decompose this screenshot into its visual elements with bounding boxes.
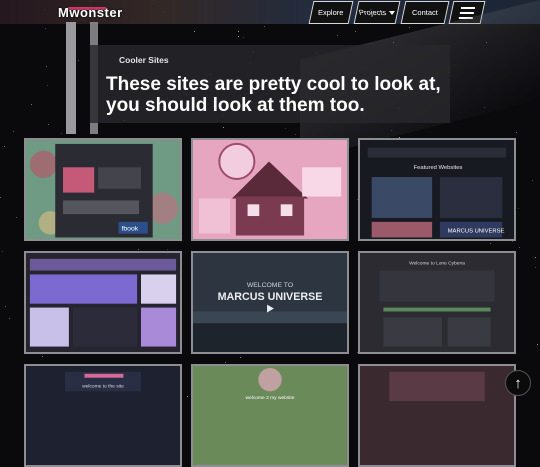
site-caption: WELCOME TO bbox=[247, 282, 293, 289]
site-card[interactable] bbox=[358, 364, 516, 467]
site-thumbnail: fbook bbox=[26, 140, 180, 239]
site-thumbnail bbox=[26, 253, 180, 352]
site-caption: fbook bbox=[122, 226, 139, 233]
star bbox=[45, 66, 47, 68]
star bbox=[47, 123, 49, 125]
site-card[interactable]: fbook bbox=[24, 138, 182, 241]
star bbox=[1, 250, 3, 252]
star bbox=[295, 133, 297, 135]
site-thumbnail: Welcome to Lone Cyberia bbox=[360, 253, 514, 352]
star bbox=[30, 103, 32, 105]
star bbox=[537, 343, 539, 345]
star bbox=[532, 180, 534, 182]
site-card[interactable] bbox=[24, 251, 182, 354]
nav-projects-label: Projects bbox=[357, 8, 388, 17]
star bbox=[284, 127, 286, 129]
site-thumbnail: welcome to the site bbox=[26, 366, 180, 465]
star bbox=[239, 357, 241, 359]
site-caption: welcome to the site bbox=[82, 383, 124, 389]
nav-contact-label: Contact bbox=[412, 8, 438, 17]
nav-projects[interactable]: Projects bbox=[353, 1, 401, 24]
chevron-down-icon bbox=[389, 11, 396, 16]
hero-kicker: Cooler Sites bbox=[119, 55, 169, 65]
star bbox=[187, 395, 189, 397]
star bbox=[4, 306, 6, 308]
star bbox=[519, 246, 521, 248]
star bbox=[222, 126, 224, 128]
star bbox=[490, 242, 492, 244]
star bbox=[13, 131, 14, 133]
star bbox=[408, 27, 410, 28]
star bbox=[355, 31, 357, 33]
site-thumbnail: Featured Websites MARCUS UNIVERSE bbox=[360, 140, 514, 239]
site-logo[interactable]: Mwonster bbox=[58, 5, 123, 20]
hero-beam bbox=[66, 22, 76, 134]
site-sub: MARCUS UNIVERSE bbox=[218, 291, 323, 303]
site-sub: MARCUS UNIVERSE bbox=[448, 229, 505, 235]
site-thumbnail bbox=[360, 366, 514, 465]
hamburger-icon bbox=[461, 6, 476, 9]
star bbox=[42, 355, 44, 357]
site-caption: Featured Websites bbox=[414, 165, 463, 171]
arrow-up-icon: ↑ bbox=[514, 374, 522, 392]
site-card[interactable]: welcome to the site bbox=[24, 364, 182, 467]
nav-contact[interactable]: Contact bbox=[400, 1, 450, 24]
star bbox=[534, 266, 536, 268]
site-thumbnail: welcome 2 my website bbox=[193, 366, 347, 465]
star bbox=[137, 249, 139, 251]
star bbox=[46, 85, 48, 87]
star bbox=[243, 36, 245, 38]
star bbox=[194, 31, 196, 33]
site-caption: welcome 2 my website bbox=[246, 395, 295, 401]
site-card[interactable]: WELCOME TO MARCUS UNIVERSE bbox=[191, 251, 349, 354]
page-title: These sites are pretty cool to look at, … bbox=[106, 74, 441, 116]
star bbox=[60, 132, 62, 134]
site-card[interactable]: Featured Websites MARCUS UNIVERSE bbox=[358, 138, 516, 241]
star bbox=[512, 241, 514, 243]
site-thumbnail bbox=[193, 140, 347, 239]
star bbox=[3, 145, 5, 147]
nav-explore[interactable]: Explore bbox=[308, 1, 354, 24]
site-card[interactable] bbox=[191, 138, 349, 241]
star bbox=[534, 257, 536, 259]
site-thumbnail: WELCOME TO MARCUS UNIVERSE bbox=[193, 253, 347, 352]
star bbox=[237, 30, 239, 32]
star bbox=[336, 34, 338, 36]
star bbox=[518, 208, 520, 210]
star bbox=[225, 362, 227, 364]
star bbox=[9, 318, 11, 320]
site-card[interactable]: welcome 2 my website bbox=[191, 364, 349, 467]
site-caption: Welcome to Lone Cyberia bbox=[409, 261, 465, 267]
site-card[interactable]: Welcome to Lone Cyberia bbox=[358, 251, 516, 354]
star bbox=[515, 131, 517, 133]
back-to-top-button[interactable]: ↑ bbox=[505, 370, 531, 396]
star bbox=[238, 36, 240, 38]
star bbox=[263, 25, 265, 27]
star bbox=[44, 27, 46, 29]
star bbox=[0, 197, 2, 199]
nav-explore-label: Explore bbox=[318, 8, 344, 17]
star bbox=[15, 217, 17, 219]
star bbox=[77, 59, 79, 61]
